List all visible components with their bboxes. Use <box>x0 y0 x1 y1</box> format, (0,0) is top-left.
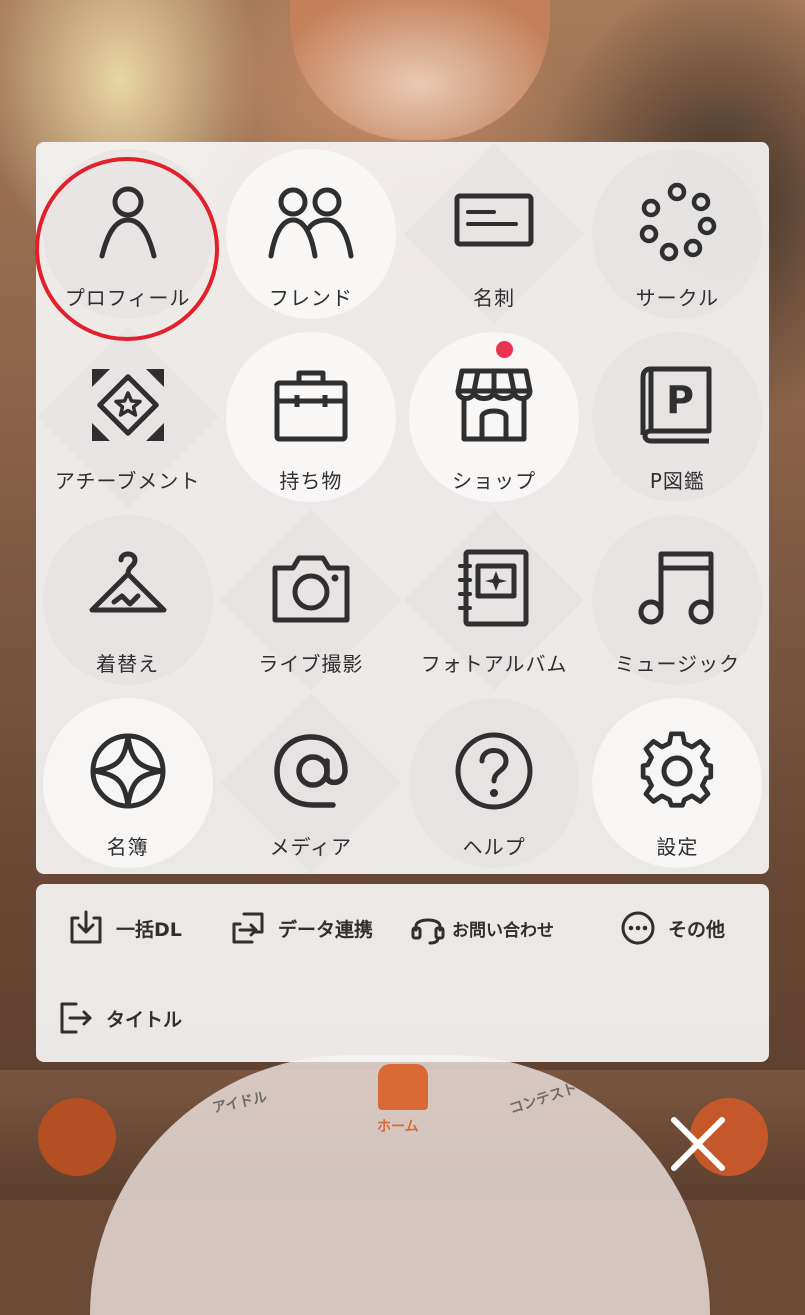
headset-icon <box>411 918 445 945</box>
menu-item-roster[interactable]: 名簿 <box>36 691 219 874</box>
p-book-icon: P <box>640 366 712 444</box>
achievement-star-icon <box>91 369 164 441</box>
nav-home-icon[interactable] <box>378 1064 428 1110</box>
menu-item-photo-album[interactable]: フォトアルバム <box>403 508 586 691</box>
sub-menu-panel: 一括DL データ連携 お問い合わせ その他 タイトル <box>36 884 769 1062</box>
menu-item-live-photo[interactable]: ライブ撮影 <box>219 508 402 691</box>
data-link-button[interactable]: データ連携 <box>230 908 373 948</box>
profile-highlight-ring <box>35 157 219 341</box>
menu-item-settings[interactable]: 設定 <box>586 691 769 874</box>
other-button[interactable]: その他 <box>620 908 725 948</box>
circle-dots-icon <box>640 182 717 262</box>
menu-item-label: アチーブメント <box>54 469 201 493</box>
friends-icon <box>268 187 354 259</box>
menu-item-label: ヘルプ <box>462 835 526 859</box>
menu-item-help[interactable]: ヘルプ <box>403 691 586 874</box>
svg-text:P: P <box>666 378 694 422</box>
menu-item-label: 名刺 <box>473 286 516 310</box>
menu-item-music[interactable]: ミュージック <box>586 508 769 691</box>
bulk-download-label: 一括DL <box>116 918 182 941</box>
nav-home-label[interactable]: ホーム <box>377 1116 419 1136</box>
shop-notification-dot <box>496 341 513 358</box>
business-card-icon <box>454 193 534 247</box>
roster-diamond-icon <box>90 733 166 809</box>
exit-icon <box>60 1002 92 1034</box>
menu-item-label: ミュージック <box>614 652 741 676</box>
bag-icon <box>274 370 348 442</box>
photo-album-icon <box>458 549 529 627</box>
menu-item-belongings[interactable]: 持ち物 <box>219 325 402 508</box>
contact-label: お問い合わせ <box>452 920 554 941</box>
left-round-button[interactable] <box>38 1098 116 1176</box>
menu-item-label: ライブ撮影 <box>258 652 364 676</box>
more-dots-icon <box>621 911 655 945</box>
menu-item-achievement[interactable]: アチーブメント <box>36 325 219 508</box>
menu-item-label: 設定 <box>656 835 699 859</box>
menu-item-label: フォトアルバム <box>420 652 568 676</box>
menu-item-label: サークル <box>635 286 720 310</box>
menu-item-label: メディア <box>269 835 353 859</box>
question-icon <box>455 732 533 810</box>
contact-button[interactable]: お問い合わせ <box>410 908 554 948</box>
gear-icon <box>641 731 714 808</box>
menu-item-label: ショップ <box>452 469 537 493</box>
menu-item-label: 名簿 <box>106 835 149 859</box>
menu-item-friends[interactable]: フレンド <box>219 142 402 325</box>
title-label: タイトル <box>106 1008 183 1031</box>
menu-item-label: P図鑑 <box>649 469 705 493</box>
bulk-download-button[interactable]: 一括DL <box>68 908 182 948</box>
transfer-icon <box>232 912 264 944</box>
hanger-icon <box>89 551 167 613</box>
download-icon <box>70 910 102 944</box>
menu-item-label: 持ち物 <box>279 469 343 493</box>
other-label: その他 <box>668 918 726 941</box>
menu-item-shop[interactable]: ショップ <box>403 325 586 508</box>
music-note-icon <box>638 551 714 625</box>
menu-item-media[interactable]: メディア <box>219 691 402 874</box>
menu-item-label: 着替え <box>96 652 160 676</box>
menu-item-label: フレンド <box>268 286 353 310</box>
menu-item-p-book[interactable]: P P図鑑 <box>586 325 769 508</box>
shop-icon <box>455 368 533 442</box>
menu-item-business-card[interactable]: 名刺 <box>403 142 586 325</box>
menu-item-dress-up[interactable]: 着替え <box>36 508 219 691</box>
menu-item-circle[interactable]: サークル <box>586 142 769 325</box>
at-sign-icon <box>274 734 348 808</box>
close-icon[interactable] <box>668 1114 728 1174</box>
data-link-label: データ連携 <box>278 918 374 941</box>
title-button[interactable]: タイトル <box>58 998 182 1038</box>
camera-icon <box>272 555 350 623</box>
